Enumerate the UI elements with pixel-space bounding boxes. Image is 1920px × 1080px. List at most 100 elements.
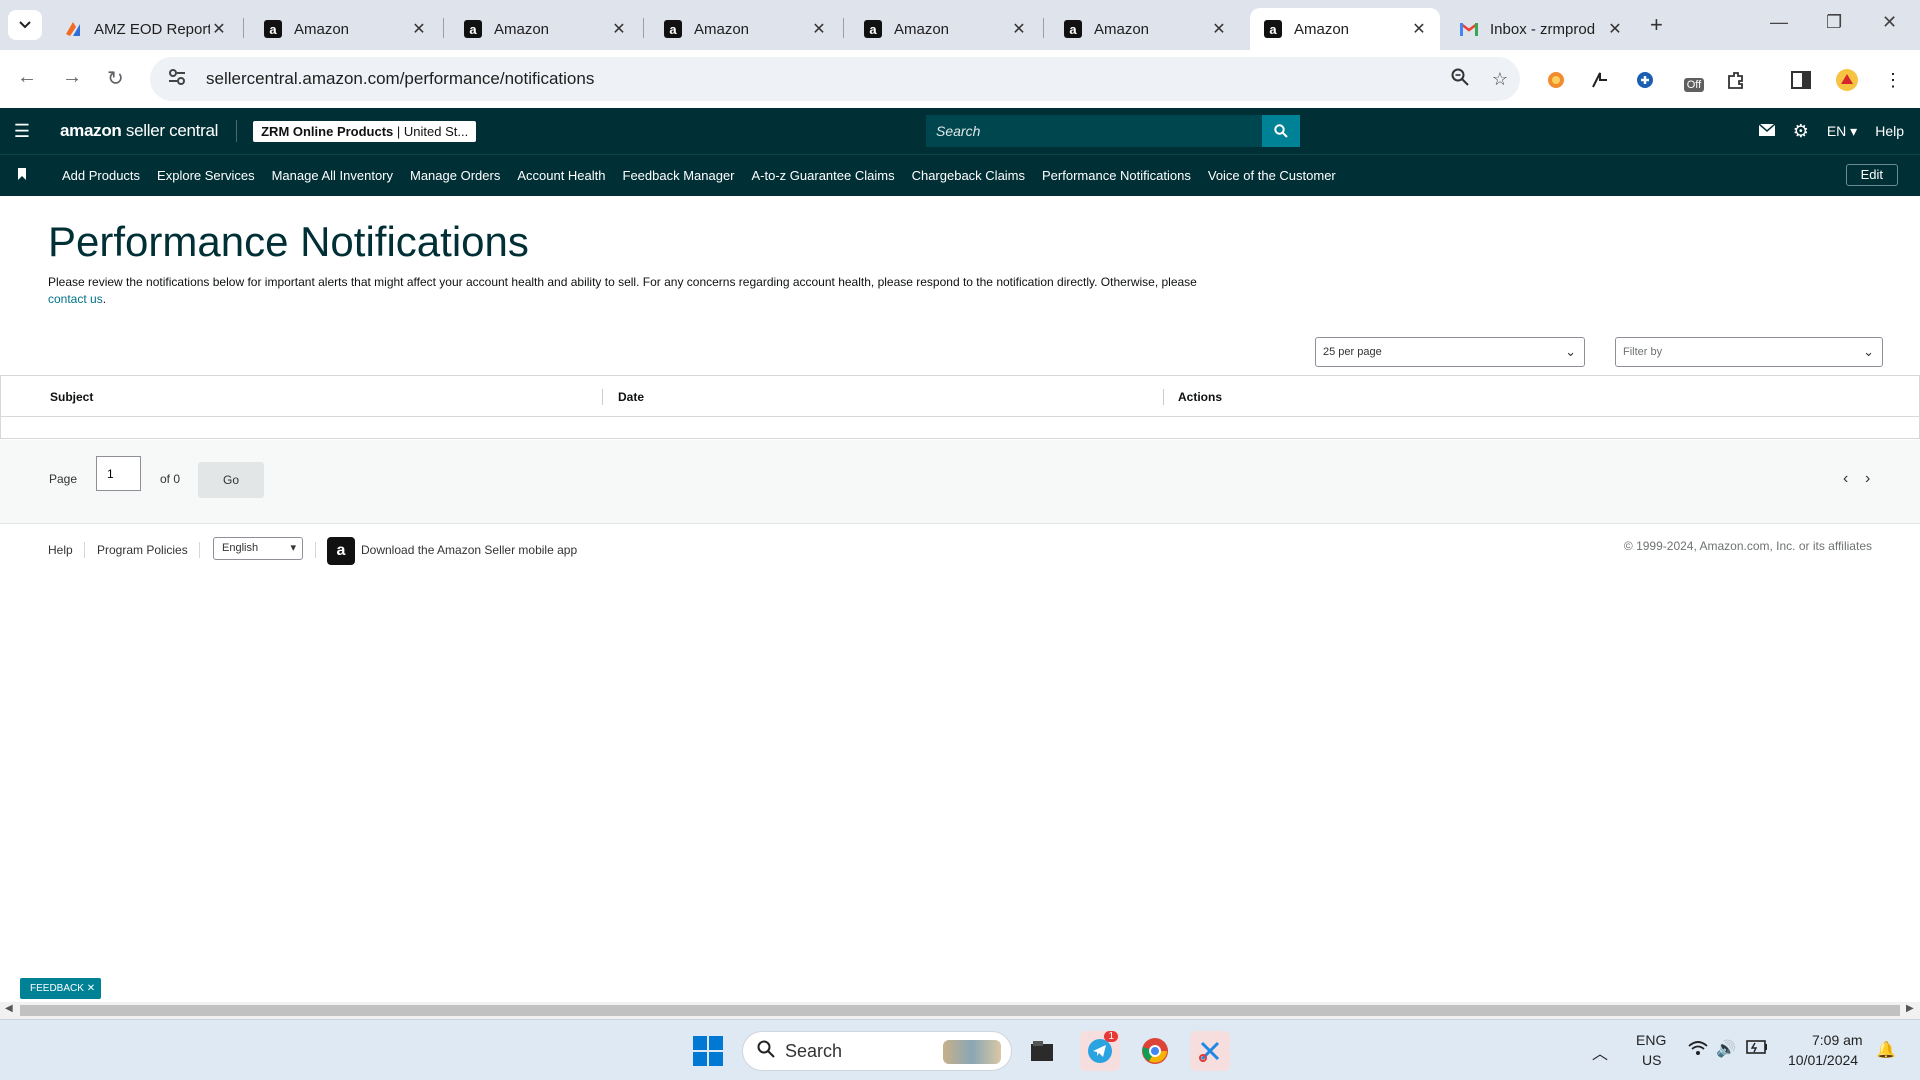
windows-start-icon[interactable] — [693, 1036, 723, 1066]
tab-close-icon[interactable]: ✕ — [210, 19, 228, 39]
input-language-top[interactable]: ENG — [1636, 1032, 1666, 1048]
side-panel-icon[interactable] — [1788, 67, 1814, 93]
nav-chargeback-claims[interactable]: Chargeback Claims — [912, 168, 1025, 183]
browser-tab[interactable]: a Amazon ✕ — [850, 8, 1040, 50]
extension-orange-icon[interactable] — [1543, 67, 1569, 93]
footer-help-link[interactable]: Help — [48, 543, 73, 557]
battery-icon[interactable] — [1746, 1040, 1768, 1057]
nav-explore-services[interactable]: Explore Services — [157, 168, 255, 183]
seller-central-logo[interactable]: amazon seller central — [60, 120, 238, 142]
feedback-button[interactable]: FEEDBACK ✕ — [20, 978, 102, 999]
zoom-icon[interactable] — [1440, 68, 1480, 91]
telegram-icon[interactable]: 1 — [1080, 1031, 1120, 1071]
browser-tab[interactable]: a Amazon ✕ — [650, 8, 840, 50]
extension-off-icon[interactable]: Off — [1680, 67, 1708, 93]
tab-close-icon[interactable]: ✕ — [1210, 19, 1228, 39]
file-explorer-icon[interactable] — [1022, 1031, 1062, 1071]
search-icon — [757, 1040, 775, 1063]
logo-light: seller central — [121, 121, 219, 140]
nav-manage-inventory[interactable]: Manage All Inventory — [272, 168, 393, 183]
bookmark-icon[interactable] — [0, 168, 44, 183]
footer-divider — [199, 542, 200, 558]
site-settings-icon[interactable] — [168, 68, 190, 90]
nav-feedback-manager[interactable]: Feedback Manager — [623, 168, 735, 183]
feedback-close-icon[interactable]: ✕ — [87, 983, 95, 994]
tab-separator — [843, 18, 844, 38]
notification-bell-icon[interactable]: 🔔 — [1876, 1040, 1896, 1060]
settings-gear-icon[interactable]: ⚙ — [1793, 121, 1809, 142]
extensions-puzzle-icon[interactable] — [1723, 67, 1749, 93]
mail-icon[interactable] — [1758, 123, 1776, 139]
program-policies-link[interactable]: Program Policies — [97, 543, 188, 557]
page-number-input[interactable] — [96, 456, 141, 491]
minimize-icon[interactable]: — — [1770, 12, 1788, 33]
snipping-tool-icon[interactable] — [1190, 1031, 1230, 1071]
tab-close-icon[interactable]: ✕ — [1606, 19, 1624, 39]
address-bar[interactable]: sellercentral.amazon.com/performance/not… — [150, 57, 1520, 101]
menu-icon[interactable]: ☰ — [0, 121, 44, 142]
amazon-app-icon[interactable]: a — [327, 537, 355, 565]
profile-avatar-icon[interactable] — [1834, 67, 1860, 93]
tab-close-icon[interactable]: ✕ — [1410, 19, 1428, 39]
browser-menu-icon[interactable]: ⋮ — [1880, 67, 1906, 93]
column-date[interactable]: Date — [618, 390, 644, 404]
scroll-right-icon[interactable]: ▶ — [1906, 1003, 1914, 1014]
nav-atoz-claims[interactable]: A-to-z Guarantee Claims — [752, 168, 895, 183]
reload-icon[interactable]: ↻ — [107, 66, 124, 91]
scroll-left-icon[interactable]: ◀ — [5, 1003, 13, 1014]
scrollbar-thumb[interactable] — [20, 1005, 1900, 1016]
account-switcher[interactable]: ZRM Online Products | United St... — [253, 120, 477, 142]
nav-voice-of-customer[interactable]: Voice of the Customer — [1208, 168, 1336, 183]
tab-close-icon[interactable]: ✕ — [810, 19, 828, 39]
clock-time[interactable]: 7:09 am — [1812, 1032, 1863, 1048]
language-selector[interactable]: EN ▾ — [1827, 123, 1857, 140]
search-button[interactable] — [1262, 115, 1300, 147]
browser-tab[interactable]: Inbox - zrmprod ✕ — [1446, 8, 1636, 50]
filter-select[interactable]: Filter by ⌄ — [1615, 337, 1883, 367]
browser-toolbar: ← → ↻ sellercentral.amazon.com/performan… — [0, 50, 1920, 108]
help-link[interactable]: Help — [1875, 123, 1904, 139]
nav-add-products[interactable]: Add Products — [62, 168, 140, 183]
input-language-bottom[interactable]: US — [1642, 1052, 1661, 1068]
column-subject[interactable]: Subject — [50, 390, 93, 404]
nav-manage-orders[interactable]: Manage Orders — [410, 168, 500, 183]
taskbar-search[interactable]: Search — [742, 1031, 1012, 1071]
extension-arrow-icon[interactable] — [1587, 67, 1613, 93]
next-page-icon[interactable]: › — [1865, 470, 1870, 488]
browser-tab[interactable]: AMZ EOD Report ✕ — [50, 8, 240, 50]
browser-tab[interactable]: a Amazon ✕ — [1050, 8, 1240, 50]
extension-blue-icon[interactable] — [1632, 67, 1658, 93]
go-button[interactable]: Go — [198, 462, 264, 498]
tab-close-icon[interactable]: ✕ — [410, 19, 428, 39]
prev-page-icon[interactable]: ‹ — [1843, 470, 1848, 488]
browser-tab[interactable]: a Amazon ✕ — [450, 8, 640, 50]
chevron-up-icon[interactable]: ︿ — [1592, 1040, 1608, 1064]
chrome-icon[interactable] — [1135, 1031, 1175, 1071]
footer-language-select[interactable]: English ▾ — [213, 537, 303, 560]
forward-icon[interactable]: → — [62, 66, 82, 89]
browser-tab[interactable]: a Amazon ✕ — [250, 8, 440, 50]
bookmark-star-icon[interactable]: ☆ — [1480, 69, 1520, 90]
search-input[interactable] — [926, 115, 1262, 147]
wifi-icon[interactable] — [1688, 1040, 1708, 1061]
browser-tab-active[interactable]: a Amazon ✕ — [1250, 8, 1440, 50]
tab-close-icon[interactable]: ✕ — [1010, 19, 1028, 39]
volume-icon[interactable]: 🔊 — [1716, 1039, 1736, 1059]
back-icon[interactable]: ← — [17, 66, 37, 89]
nav-account-health[interactable]: Account Health — [517, 168, 605, 183]
amazon-icon: a — [264, 20, 282, 38]
restore-icon[interactable]: ❐ — [1826, 12, 1842, 33]
per-page-select[interactable]: 25 per page ⌄ — [1315, 337, 1585, 367]
clock-date[interactable]: 10/01/2024 — [1788, 1052, 1858, 1068]
tab-search-button[interactable] — [8, 10, 42, 40]
contact-us-link[interactable]: contact us — [48, 292, 103, 306]
close-window-icon[interactable]: ✕ — [1882, 12, 1897, 33]
per-page-value: 25 per page — [1323, 346, 1382, 358]
tab-close-icon[interactable]: ✕ — [610, 19, 628, 39]
download-app-link[interactable]: Download the Amazon Seller mobile app — [361, 543, 577, 557]
new-tab-icon[interactable]: + — [1650, 12, 1663, 38]
edit-nav-button[interactable]: Edit — [1845, 164, 1898, 186]
horizontal-scrollbar[interactable]: ◀ ▶ — [0, 1002, 1920, 1019]
column-divider — [1163, 389, 1164, 405]
nav-performance-notifications[interactable]: Performance Notifications — [1042, 168, 1191, 183]
